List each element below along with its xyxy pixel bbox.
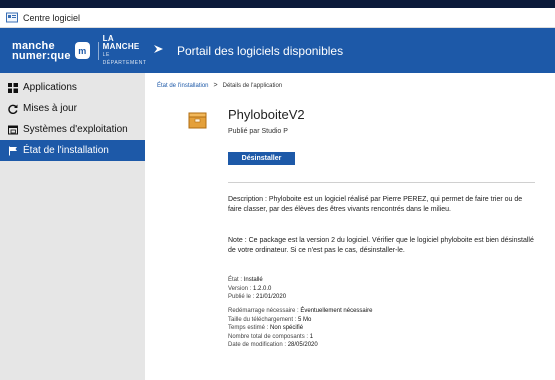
sidebar-item-updates[interactable]: Mises à jour xyxy=(0,98,145,119)
detail-value: 28/05/2020 xyxy=(287,342,318,348)
breadcrumb-separator: > xyxy=(213,82,218,89)
detail-label: Nombre total de composants : xyxy=(228,333,309,340)
sidebar-item-installation-status[interactable]: État de l'installation xyxy=(0,140,145,161)
detail-label: Version : xyxy=(228,285,252,292)
partner-logo: LA MANCHE LE DÉPARTEMENT xyxy=(102,33,150,67)
detail-row: Nombre total de composants : 1 xyxy=(228,333,372,342)
detail-value: Éventuellement nécessaire xyxy=(300,308,373,314)
sidebar: Applications Mises à jour Systèmes d'exp… xyxy=(0,73,145,380)
detail-value: 1.2.0.0 xyxy=(253,285,272,292)
detail-label: Date de modification : xyxy=(228,342,287,348)
detail-value: 5 Mo xyxy=(298,316,312,323)
breadcrumb-parent-link[interactable]: État de l'installation xyxy=(157,83,209,89)
brand-logo: manche numer:que m LA MANCHE LE DÉPARTEM… xyxy=(0,28,165,73)
sidebar-item-label: Systèmes d'exploitation xyxy=(23,124,128,135)
uninstall-button[interactable]: Désinstaller xyxy=(228,152,295,165)
breadcrumb-current: Détails de l'application xyxy=(222,82,283,89)
details-group-status: État : Installé Version : 1.2.0.0 Publié… xyxy=(228,276,286,302)
divider xyxy=(228,182,535,183)
app-description: Description : Phyloboite est un logiciel… xyxy=(228,196,523,213)
sidebar-item-label: Mises à jour xyxy=(23,103,77,114)
brand-line-2: numer:que xyxy=(12,49,71,62)
detail-label: Temps estimé : xyxy=(228,325,269,331)
portal-header: manche numer:que m LA MANCHE LE DÉPARTEM… xyxy=(0,28,555,73)
detail-value: 1 xyxy=(309,333,314,340)
app-publisher: Publié par Studio P xyxy=(228,128,288,135)
portal-title: Portail des logiciels disponibles xyxy=(177,43,344,58)
package-box-icon xyxy=(188,112,207,129)
detail-row: Publié le : 21/01/2020 xyxy=(228,293,286,302)
detail-label: Redémarrage nécessaire : xyxy=(228,308,299,314)
app-note: Note : Ce package est la version 2 du lo… xyxy=(228,237,534,254)
detail-row: État : Installé xyxy=(228,276,286,285)
app-title: PhyloboiteV2 xyxy=(228,107,305,122)
sidebar-item-applications[interactable]: Applications xyxy=(0,77,145,98)
sidebar-item-operating-systems[interactable]: Systèmes d'exploitation xyxy=(0,119,145,140)
main-content: État de l'installation > Détails de l'ap… xyxy=(145,73,555,380)
sidebar-item-label: État de l'installation xyxy=(23,145,109,156)
partner-line-1: LA MANCHE xyxy=(102,33,140,51)
detail-row: Temps estimé : Non spécifié xyxy=(228,324,372,333)
detail-label: État : xyxy=(228,277,243,283)
detail-label: Taille du téléchargement : xyxy=(228,316,297,323)
detail-row: Version : 1.2.0.0 xyxy=(228,285,286,294)
sidebar-item-label: Applications xyxy=(23,82,77,93)
brand-badge-icon: m xyxy=(74,42,90,59)
window-icon xyxy=(7,124,19,136)
brand-name: manche numer:que xyxy=(12,39,71,62)
flag-icon xyxy=(7,145,19,157)
breadcrumb: État de l'installation > Détails de l'ap… xyxy=(157,82,282,89)
detail-value: Installé xyxy=(243,277,263,283)
partner-arrow-icon xyxy=(153,42,165,60)
brand-line-1: manche xyxy=(12,39,55,52)
detail-row: Date de modification : 28/05/2020 xyxy=(228,341,372,350)
details-group-technical: Redémarrage nécessaire : Éventuellement … xyxy=(228,307,372,350)
top-strip xyxy=(0,0,555,8)
detail-value: 21/01/2020 xyxy=(256,294,287,300)
refresh-icon xyxy=(7,103,19,115)
detail-row: Taille du téléchargement : 5 Mo xyxy=(228,316,372,325)
title-bar: Centre logiciel xyxy=(0,8,555,28)
software-center-icon xyxy=(6,12,18,23)
partner-line-2: LE DÉPARTEMENT xyxy=(102,51,147,66)
detail-value: Non spécifié xyxy=(270,325,304,331)
detail-label: Publié le : xyxy=(228,294,255,300)
brand-separator xyxy=(97,41,99,60)
window-title: Centre logiciel xyxy=(23,12,81,23)
grid-icon xyxy=(7,82,19,94)
detail-row: Redémarrage nécessaire : Éventuellement … xyxy=(228,307,372,316)
